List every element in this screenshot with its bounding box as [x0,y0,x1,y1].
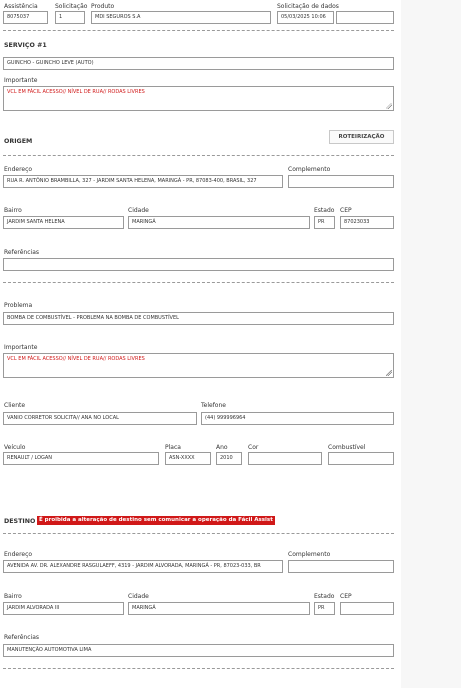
origem-cidade-field[interactable]: MARINGÁ [128,216,310,229]
importante-textarea[interactable]: VCL EM FÁCIL ACESSO// NÍVEL DE RUA// ROD… [3,86,394,111]
destino-estado-label: Estado [314,593,335,600]
ano-label: Ano [216,444,228,451]
divider [3,668,394,669]
cor-label: Cor [248,444,259,451]
destino-cidade-label: Cidade [128,593,149,600]
origem-complemento-label: Complemento [288,166,331,173]
resize-grip-icon[interactable] [386,370,392,376]
destino-cidade-field[interactable]: MARINGÁ [128,602,310,615]
destino-referencias-label: Referências [4,634,39,641]
destino-complemento-field[interactable] [288,560,394,573]
service-form: Assistência 8075037 Solicitação 1 Produt… [0,0,401,688]
assistencia-field[interactable]: 8075037 [3,11,48,24]
divider [3,30,394,31]
destino-bairro-label: Bairro [4,593,22,600]
cliente-label: Cliente [4,402,26,409]
destino-endereco-label: Endereço [4,551,33,558]
ano-field[interactable]: 2010 [216,452,242,465]
importante-text: VCL EM FÁCIL ACESSO// NÍVEL DE RUA// ROD… [7,89,145,95]
veiculo-field[interactable]: RENAULT / LOGAN [3,452,159,465]
destino-cep-field[interactable] [340,602,394,615]
combustivel-label: Combustível [328,444,366,451]
destino-estado-field[interactable]: PR [314,602,335,615]
roteirizacao-button[interactable]: ROTEIRIZAÇÃO [329,130,394,144]
destino-endereco-field[interactable]: AVENIDA AV. DR. ALEXANDRE RASGULAEFF, 43… [3,560,283,573]
destino-title: DESTINO [4,518,36,525]
solicitacao-dados-field[interactable]: 05/03/2025 10:06 [277,11,334,24]
produto-label: Produto [91,3,115,10]
origem-estado-field[interactable]: PR [314,216,335,229]
destino-bairro-field[interactable]: JARDIM ALVORADA III [3,602,124,615]
origem-complemento-field[interactable] [288,175,394,188]
origem-cidade-label: Cidade [128,207,149,214]
destino-referencias-field[interactable]: MANUTENÇÃO AUTOMOTIVA LIMA [3,644,394,657]
origem-cep-label: CEP [340,207,352,214]
destino-warning-badge: É proibida a alteração de destino sem co… [37,516,275,525]
destino-cep-label: CEP [340,593,352,600]
origem-bairro-field[interactable]: JARDIM SANTA HELENA [3,216,124,229]
solicitacao-dados-label: Solicitação de dados [277,3,339,10]
servico-title: SERVIÇO #1 [4,42,47,49]
cor-field[interactable] [248,452,322,465]
importante-label: Importante [4,77,38,84]
origem-title: ORIGEM [4,138,33,145]
origem-cep-field[interactable]: 87023033 [340,216,394,229]
combustivel-field[interactable] [328,452,394,465]
solicitacao-field[interactable]: 1 [55,11,85,24]
solicitacao-label: Solicitação [55,3,88,10]
divider [3,282,394,283]
origem-estado-label: Estado [314,207,335,214]
assistencia-label: Assistência [4,3,38,10]
problema-importante-textarea[interactable]: VCL EM FÁCIL ACESSO// NÍVEL DE RUA// ROD… [3,353,394,378]
placa-field[interactable]: ASN-XXXX [165,452,211,465]
telefone-label: Telefone [201,402,226,409]
problema-importante-label: Importante [4,344,38,351]
origem-endereco-field[interactable]: RUA R. ANTÔNIO BRAMBILLA, 327 - JARDIM S… [3,175,283,188]
divider [3,155,394,156]
destino-complemento-label: Complemento [288,551,331,558]
placa-label: Placa [165,444,181,451]
veiculo-label: Veículo [4,444,26,451]
resize-grip-icon[interactable] [386,103,392,109]
divider [3,533,394,534]
origem-endereco-label: Endereço [4,166,33,173]
origem-referencias-field[interactable] [3,258,394,271]
produto-field[interactable]: MDI SEGUROS S.A [91,11,271,24]
origem-bairro-label: Bairro [4,207,22,214]
servico-field[interactable]: GUINCHO - GUINCHO LEVE (AUTO) [3,57,394,70]
solicitacao-extra-field[interactable] [336,11,394,24]
problema-importante-text: VCL EM FÁCIL ACESSO// NÍVEL DE RUA// ROD… [7,356,145,362]
origem-referencias-label: Referências [4,249,39,256]
problema-field[interactable]: BOMBA DE COMBUSTÍVEL - PROBLEMA NA BOMBA… [3,312,394,325]
telefone-field[interactable]: (44) 999996964 [201,412,394,425]
cliente-field[interactable]: VANIO CORRETOR SOLICITA// ANA NO LOCAL [3,412,197,425]
problema-label: Problema [4,302,33,309]
